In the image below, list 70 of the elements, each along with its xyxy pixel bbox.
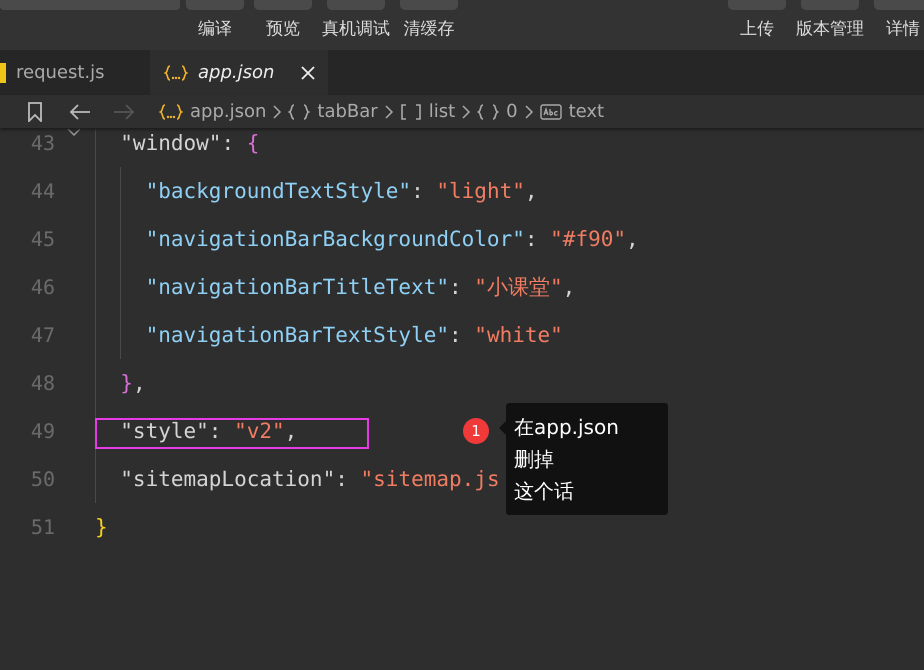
code-token: : [449,323,463,347]
code-token: "v2" [234,419,285,443]
breadcrumb-item[interactable]: 0 [506,101,518,122]
forward-arrow-icon [113,102,135,120]
line-number: 45 [30,227,55,251]
toolbar-button[interactable]: 真机调试 [318,0,394,40]
line-number: 44 [30,179,55,203]
code-token: "sitemap.js [360,467,500,491]
code-token: , [132,371,146,395]
code-token: , [284,419,298,443]
code-token: "navigationBarTextStyle" [146,323,449,347]
tooltip-text: 删掉 [514,446,554,473]
code-token: "style" [120,419,209,443]
chevron-right-icon [272,104,282,120]
chevron-right-icon [384,104,394,120]
line-number: 51 [30,515,55,539]
breadcrumb-item[interactable]: app.json [190,101,266,122]
tooltip-text: 这个话 [514,478,574,505]
code-token: "backgroundTextStyle" [146,179,412,203]
code-token: : [449,275,463,299]
code-token: "white" [474,323,563,347]
line-number: 48 [30,371,55,395]
json-icon [164,64,188,82]
code-token: { [246,131,260,155]
code-token: : [411,179,425,203]
toolbar-button[interactable]: 上传 [724,0,790,40]
breadcrumb-item[interactable]: tabBar [317,101,378,122]
breadcrumb-item[interactable]: list [428,101,456,122]
toolbar-button[interactable]: 编译 [182,0,248,40]
line-number: 49 [30,419,55,443]
code-token: , [626,227,639,251]
code-token: : [208,419,222,443]
bookmark-icon [27,102,43,122]
code-token: } [95,515,108,539]
braces-icon [288,102,310,120]
close-icon [300,64,316,80]
json-icon [159,102,183,120]
code-token: , [524,179,538,203]
braces-icon [477,102,500,120]
line-number: 47 [30,323,55,347]
code-token: : [335,467,349,491]
editor-tab[interactable]: app.json [150,50,328,95]
code-token: "window" [120,131,222,155]
back-arrow-icon [69,102,91,120]
line-number: 43 [30,131,55,155]
line-number: 46 [30,275,55,299]
code-token: : [221,131,236,155]
text-type-icon [540,104,562,120]
code-token: "sitemapLocation" [120,467,336,491]
code-token: "light" [436,179,525,203]
code-token: "#f90" [550,227,626,251]
chevron-right-icon [461,104,472,120]
toolbar-button[interactable]: 版本管理 [792,0,868,40]
code-token: "navigationBarTitleText" [146,275,449,299]
toolbar-button[interactable]: 清缓存 [396,0,462,40]
toolbar-button[interactable]: 详情 [870,0,924,40]
code-token: , [562,275,576,299]
code-token: : [524,227,539,251]
code-token: "小课堂" [474,274,563,301]
code-token: "navigationBarBackgroundColor" [146,227,525,251]
editor-tab[interactable]: request.js [0,50,150,95]
line-number: 50 [30,467,55,491]
chevron-right-icon [524,104,534,120]
brackets-icon [400,102,422,120]
fold-chevron-icon[interactable] [66,128,82,138]
step-badge: 1 [463,418,489,444]
code-token: } [120,371,133,395]
tooltip-text: 在app.json [514,414,619,441]
toolbar-button[interactable]: 预览 [250,0,316,40]
breadcrumb-item[interactable]: text [568,101,604,122]
